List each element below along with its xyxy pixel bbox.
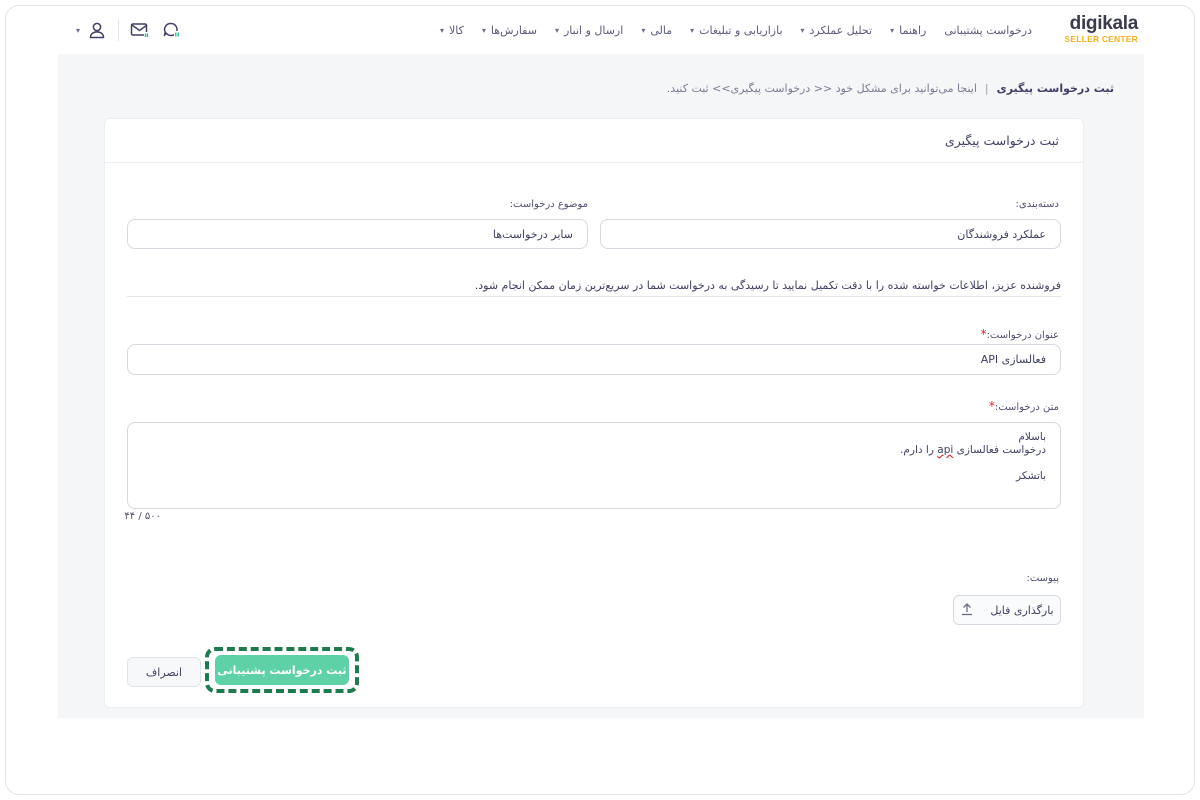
chevron-down-icon: ▾: [641, 25, 646, 35]
digikala-logo[interactable]: digikala SELLER CENTER: [1058, 13, 1139, 46]
body-line-3: باتشکر: [1015, 470, 1046, 482]
form-heading: ثبت درخواست پیگیری: [105, 119, 1083, 163]
breadcrumb-separator: |: [984, 82, 989, 95]
browser-frame: digikala SELLER CENTER کالا ▾ سفارش‌ها ▾ ا…: [5, 5, 1195, 795]
chevron-down-icon: ▾: [890, 25, 895, 35]
nav-label: مالی: [650, 23, 673, 37]
user-icon[interactable]: [84, 18, 110, 42]
cancel-button[interactable]: انصراف: [127, 657, 201, 687]
divider: [118, 19, 119, 41]
content-area: ثبت درخواست پیگیری | اینجا می‌توانید برا…: [58, 54, 1144, 718]
chevron-down-icon: ▾: [800, 25, 805, 35]
nav-item-marketing[interactable]: بازاریابی و تبلیغات ▾: [681, 24, 791, 37]
body-line-2-pre: درخواست فعالسازی: [953, 444, 1046, 456]
nav-label: سفارش‌ها: [490, 23, 537, 37]
upload-icon: [960, 602, 974, 619]
nav-item-analytics[interactable]: تحلیل عملکرد ▾: [792, 24, 882, 37]
body-line-1: باسلام: [1018, 431, 1046, 443]
subject-select[interactable]: سایر درخواست‌ها: [127, 219, 588, 249]
main-nav: کالا ▾ سفارش‌ها ▾ ارسال و انبار ▾ مالی ▾ باز…: [431, 20, 1041, 40]
nav-item-help[interactable]: راهنما ▾: [881, 24, 935, 37]
nav-label: ارسال و انبار: [563, 23, 624, 37]
nav-item-finance[interactable]: مالی ▾: [632, 24, 681, 37]
chat-bubble-icon[interactable]: [159, 18, 185, 42]
spellcheck-word: api: [937, 444, 954, 456]
top-navbar: digikala SELLER CENTER کالا ▾ سفارش‌ها ▾ ا…: [6, 6, 1194, 54]
body-line-2: درخواست فعالسازی api را دارم.: [900, 444, 1046, 457]
logo-text: digikala: [1069, 13, 1139, 34]
body-line-2-post: را دارم.: [900, 444, 938, 456]
body-label: متن درخواست:*: [989, 399, 1059, 413]
breadcrumb-title: ثبت درخواست پیگیری: [996, 82, 1114, 95]
title-label-text: عنوان درخواست:: [986, 330, 1059, 341]
form-notice: فروشنده عزیز، اطلاعات خواسته شده را با د…: [127, 279, 1061, 297]
subject-label: موضوع درخواست:: [509, 199, 588, 210]
chevron-down-icon: ▾: [440, 25, 445, 35]
character-counter: ۴۴ / ۵۰۰: [124, 511, 161, 522]
nav-label: راهنما: [899, 23, 927, 37]
nav-item-products[interactable]: کالا ▾: [431, 24, 473, 37]
chevron-down-icon: ▾: [690, 25, 695, 35]
request-title-input[interactable]: فعالسازی API: [127, 344, 1061, 375]
nav-label: بازاریابی و تبلیغات: [699, 23, 783, 37]
nav-label: تحلیل عملکرد: [809, 23, 873, 37]
attachment-label: پیوست:: [1026, 573, 1059, 584]
submit-support-request-button[interactable]: ثبت درخواست پشتیبانی: [215, 655, 349, 685]
category-value: عملکرد فروشندگان: [957, 227, 1046, 241]
logo-subtitle: SELLER CENTER: [1064, 34, 1138, 44]
category-label: دسته‌بندی:: [1015, 199, 1059, 210]
breadcrumb-description: اینجا می‌توانید برای مشکل خود << درخواست…: [666, 82, 977, 95]
body-label-text: متن درخواست:: [994, 402, 1059, 413]
breadcrumb: ثبت درخواست پیگیری | اینجا می‌توانید برا…: [667, 82, 1114, 95]
upload-file-button[interactable]: بارگذاری فایل: [953, 595, 1061, 625]
chevron-down-icon[interactable]: ▾: [72, 26, 84, 35]
upload-file-label: بارگذاری فایل: [990, 603, 1054, 617]
mail-icon[interactable]: [127, 18, 153, 42]
category-select[interactable]: عملکرد فروشندگان: [600, 219, 1061, 249]
request-title-value: فعالسازی API: [980, 353, 1046, 366]
request-body-textarea[interactable]: باسلام درخواست فعالسازی api را دارم. بات…: [127, 422, 1061, 509]
submit-highlight: ثبت درخواست پشتیبانی: [205, 647, 359, 693]
request-form-card: ثبت درخواست پیگیری دسته‌بندی: عملکرد فرو…: [104, 118, 1084, 708]
title-label: عنوان درخواست:*: [981, 327, 1059, 341]
subject-value: سایر درخواست‌ها: [492, 227, 573, 241]
chevron-down-icon: ▾: [554, 25, 559, 35]
nav-label: کالا: [449, 23, 464, 37]
nav-item-orders[interactable]: سفارش‌ها ▾: [473, 24, 546, 37]
nav-item-support[interactable]: درخواست پشتیبانی: [935, 24, 1041, 37]
nav-item-shipping[interactable]: ارسال و انبار ▾: [546, 24, 632, 37]
nav-label: درخواست پشتیبانی: [944, 23, 1032, 37]
user-toolbar: ▾: [72, 18, 185, 42]
chevron-down-icon: ▾: [481, 25, 486, 35]
